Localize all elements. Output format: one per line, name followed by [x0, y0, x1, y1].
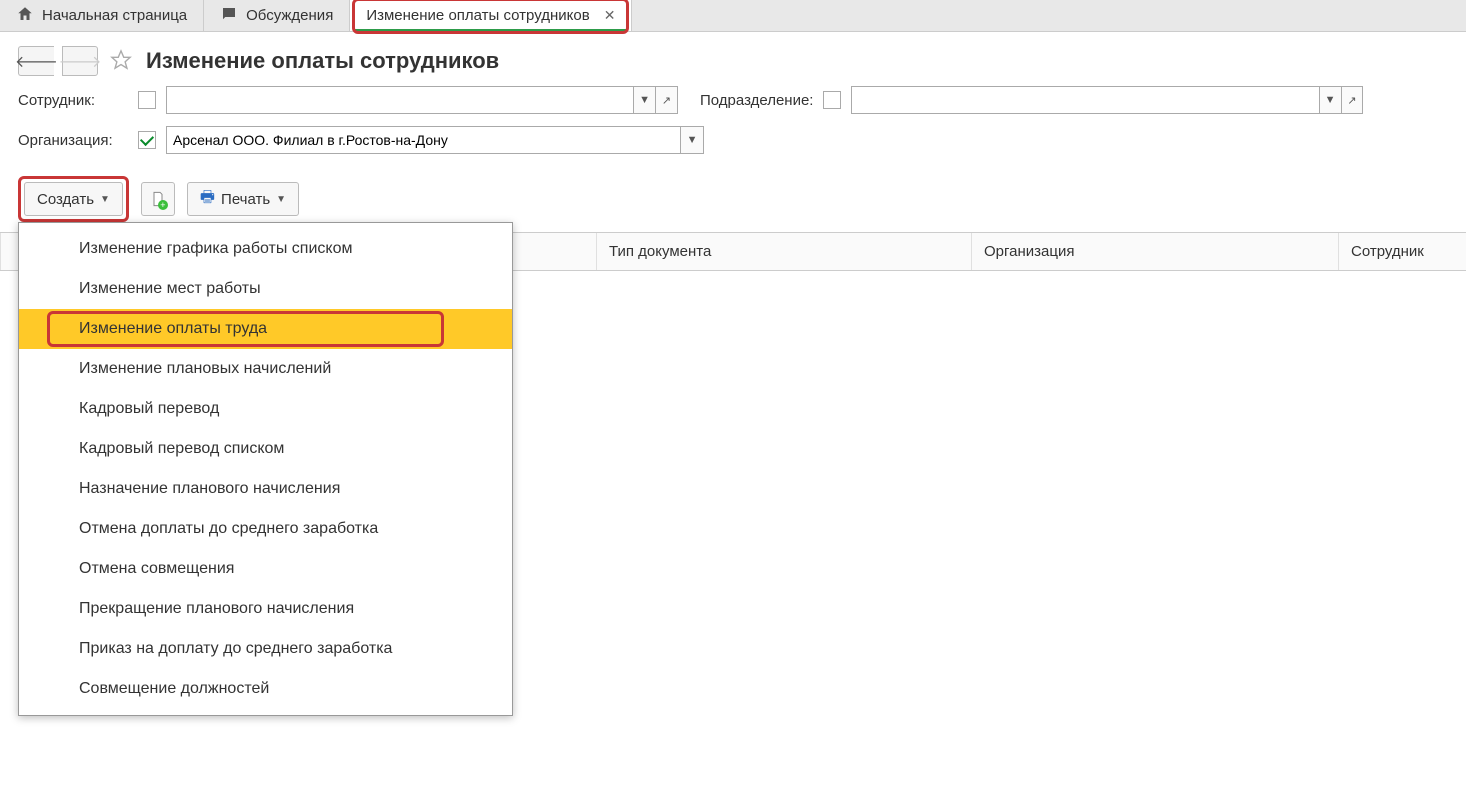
department-filter-input-wrap: ▼ ↗: [851, 86, 1363, 114]
create-button-label: Создать: [37, 191, 94, 208]
column-header-organization[interactable]: Организация: [972, 233, 1339, 270]
create-dropdown-menu: Изменение графика работы спискомИзменени…: [18, 222, 513, 716]
chevron-down-icon: ▼: [276, 194, 286, 205]
home-icon: [16, 5, 34, 27]
department-filter-checkbox[interactable]: [823, 91, 841, 109]
column-header-employee[interactable]: Сотрудник: [1339, 233, 1466, 270]
dropdown-button[interactable]: ▼: [680, 127, 703, 153]
create-menu-item[interactable]: Отмена доплаты до среднего заработка: [19, 509, 512, 549]
open-picker-button[interactable]: ↗: [655, 87, 677, 113]
dropdown-button[interactable]: ▼: [633, 87, 655, 113]
title-row: 🡐 🡒 Изменение оплаты сотрудников: [0, 32, 1466, 86]
employee-filter-checkbox[interactable]: [138, 91, 156, 109]
copy-as-new-button[interactable]: +: [141, 182, 175, 216]
page-title: Изменение оплаты сотрудников: [146, 48, 499, 74]
organization-filter-input-wrap: ▼: [166, 126, 704, 154]
create-menu-item[interactable]: Изменение плановых начислений: [19, 349, 512, 389]
favorite-icon[interactable]: [106, 49, 138, 74]
tab-current[interactable]: Изменение оплаты сотрудников ✕: [350, 0, 632, 31]
close-icon[interactable]: ✕: [604, 7, 616, 24]
create-menu-item[interactable]: Приказ на доплату до среднего заработка: [19, 629, 512, 669]
employee-filter-input-wrap: ▼ ↗: [166, 86, 678, 114]
print-button[interactable]: 🖶 Печать ▼: [187, 182, 299, 216]
employee-filter-label: Сотрудник:: [18, 92, 128, 109]
dropdown-button[interactable]: ▼: [1319, 87, 1341, 113]
nav-forward-button[interactable]: 🡒: [62, 46, 98, 76]
column-header-doc-type[interactable]: Тип документа: [597, 233, 972, 270]
create-menu-item[interactable]: Назначение планового начисления: [19, 469, 512, 509]
organization-filter-input[interactable]: [167, 127, 680, 153]
create-menu-item[interactable]: Изменение графика работы списком: [19, 229, 512, 269]
chevron-down-icon: ▼: [100, 194, 110, 205]
organization-filter-checkbox[interactable]: [138, 131, 156, 149]
create-menu-item[interactable]: Отмена совмещения: [19, 549, 512, 589]
department-filter-label: Подразделение:: [700, 92, 813, 109]
document-plus-icon: +: [150, 190, 166, 208]
nav-back-button[interactable]: 🡐: [18, 46, 54, 76]
create-menu-item[interactable]: Кадровый перевод списком: [19, 429, 512, 469]
printer-icon: 🖶: [200, 186, 215, 213]
toolbar: Создать ▼ + 🖶 Печать ▼ Изменение графика…: [0, 176, 1466, 232]
create-menu-item[interactable]: Кадровый перевод: [19, 389, 512, 429]
create-menu-item[interactable]: Изменение оплаты труда: [19, 309, 512, 349]
tab-label: Начальная страница: [42, 7, 187, 24]
department-filter-input[interactable]: [852, 87, 1318, 113]
print-button-label: Печать: [221, 191, 270, 208]
create-menu-item[interactable]: Изменение мест работы: [19, 269, 512, 309]
create-button-highlight: Создать ▼: [18, 176, 129, 222]
organization-filter-label: Организация:: [18, 132, 128, 149]
tab-home[interactable]: Начальная страница: [0, 0, 204, 31]
tab-label: Обсуждения: [246, 7, 333, 24]
create-menu-item[interactable]: Совмещение должностей: [19, 669, 512, 709]
tab-label: Изменение оплаты сотрудников: [366, 7, 589, 24]
tabs-bar: Начальная страница Обсуждения Изменение …: [0, 0, 1466, 32]
create-menu-item[interactable]: Прекращение планового начисления: [19, 589, 512, 629]
employee-filter-input[interactable]: [167, 87, 633, 113]
tab-discussions[interactable]: Обсуждения: [204, 0, 350, 31]
filters-panel: Сотрудник: ▼ ↗ Подразделение: ▼ ↗ Органи…: [0, 86, 1466, 176]
open-picker-button[interactable]: ↗: [1341, 87, 1363, 113]
chat-icon: [220, 5, 238, 27]
create-button[interactable]: Создать ▼: [24, 182, 123, 216]
